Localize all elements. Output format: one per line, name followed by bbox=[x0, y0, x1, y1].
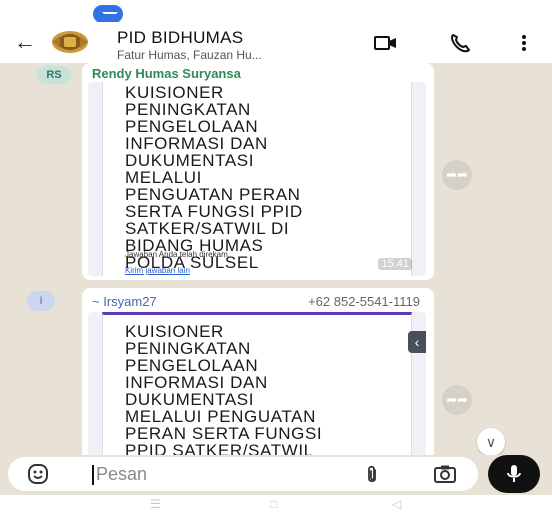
chat-area[interactable]: RS Rendy Humas Suryansa KUISIONER PENING… bbox=[0, 63, 552, 462]
message-time: 15.41 bbox=[378, 258, 412, 270]
chat-header: ← PID BIDHUMAS Fatur Humas, Fauzan Hu... bbox=[0, 22, 552, 66]
more-options-icon[interactable] bbox=[512, 32, 536, 54]
message-bubble[interactable]: ~ Irsyam27 +62 852-5541-1119 KUISIONER P… bbox=[82, 288, 434, 462]
form-page: KUISIONER PENINGKATAN PENGELOLAAN INFORM… bbox=[102, 312, 412, 462]
back-arrow-icon[interactable]: ← bbox=[14, 30, 36, 54]
chat-participants[interactable]: Fatur Humas, Fauzan Hu... bbox=[117, 48, 262, 62]
form-preview[interactable]: KUISIONER PENINGKATAN PENGELOLAAN INFORM… bbox=[88, 82, 426, 276]
form-preview[interactable]: KUISIONER PENINGKATAN PENGELOLAAN INFORM… bbox=[88, 312, 426, 462]
mic-button[interactable] bbox=[488, 455, 540, 493]
form-note: Jawaban Anda telah direkam. bbox=[125, 250, 230, 259]
group-avatar[interactable] bbox=[50, 26, 90, 58]
chevron-left-icon[interactable]: ‹ bbox=[408, 331, 426, 353]
text-caret bbox=[92, 465, 94, 485]
message-placeholder[interactable]: Pesan bbox=[96, 464, 147, 485]
home-icon[interactable]: □ bbox=[270, 498, 277, 510]
sender-phone[interactable]: +62 852-5541-1119 bbox=[308, 294, 420, 309]
sender-name[interactable]: ~ Irsyam27 bbox=[92, 294, 157, 309]
notification-pill bbox=[93, 5, 123, 23]
form-page: KUISIONER PENINGKATAN PENGELOLAAN INFORM… bbox=[102, 82, 412, 276]
sender-name[interactable]: Rendy Humas Suryansa bbox=[92, 66, 241, 81]
system-nav-bar: ☰ □ ◁ bbox=[0, 495, 552, 512]
message-input[interactable]: Pesan bbox=[8, 457, 478, 491]
recents-icon[interactable]: ☰ bbox=[150, 498, 161, 510]
scroll-down-icon[interactable]: ∨ bbox=[477, 428, 505, 456]
back-nav-icon[interactable]: ◁ bbox=[392, 498, 401, 510]
emoji-icon[interactable] bbox=[28, 464, 48, 484]
camera-icon[interactable] bbox=[434, 465, 456, 483]
message-bubble[interactable]: Rendy Humas Suryansa KUISIONER PENINGKAT… bbox=[82, 63, 434, 280]
avatar[interactable]: I bbox=[27, 291, 55, 311]
video-call-icon[interactable] bbox=[374, 32, 398, 54]
form-title: KUISIONER PENINGKATAN PENGELOLAAN INFORM… bbox=[125, 322, 323, 462]
forward-icon[interactable]: ➦➦ bbox=[442, 385, 472, 415]
mic-icon bbox=[507, 465, 521, 482]
form-link[interactable]: Kirim jawaban lain bbox=[125, 266, 190, 275]
voice-call-icon[interactable] bbox=[448, 32, 472, 54]
form-title: KUISIONER PENINGKATAN PENGELOLAAN INFORM… bbox=[125, 83, 303, 272]
composer: Pesan bbox=[0, 455, 552, 495]
attach-icon[interactable] bbox=[364, 465, 380, 485]
forward-icon[interactable]: ➦➦ bbox=[442, 160, 472, 190]
chat-title[interactable]: PID BIDHUMAS bbox=[117, 28, 243, 48]
avatar[interactable]: RS bbox=[37, 66, 71, 84]
